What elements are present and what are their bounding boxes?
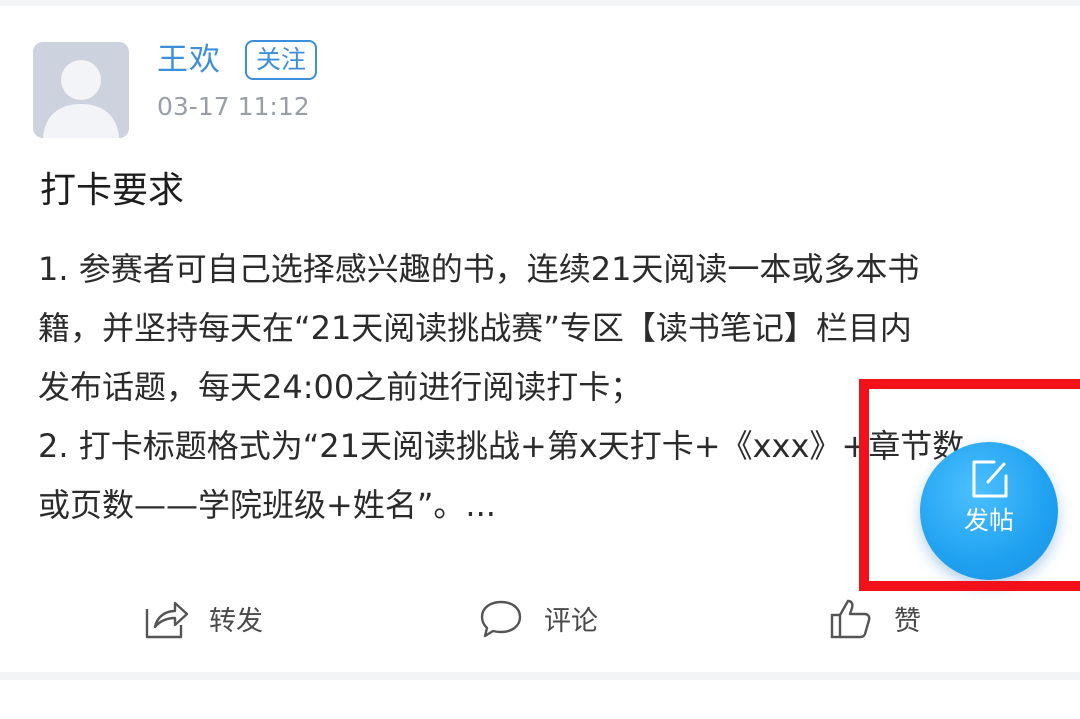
like-label: 赞 (894, 605, 921, 637)
share-icon (145, 601, 189, 639)
next-card-edge (0, 680, 1080, 719)
top-divider (0, 0, 1080, 6)
comment-label: 评论 (544, 605, 598, 637)
forward-button[interactable]: 转发 (143, 594, 263, 642)
follow-button[interactable]: 关注 (245, 40, 317, 80)
author-name[interactable]: 王欢 (157, 40, 221, 80)
post-body[interactable]: 1. 参赛者可自己选择感兴趣的书，连续21天阅读一本或多本书 籍，并坚持每天在“… (38, 240, 1038, 535)
forward-label: 转发 (209, 605, 263, 637)
post-body-line: 发布话题，每天24:00之前进行阅读打卡； (38, 368, 643, 406)
avatar[interactable] (33, 42, 129, 138)
post-body-line: 1. 参赛者可自己选择感兴趣的书，连续21天阅读一本或多本书 (38, 250, 920, 288)
user-placeholder-icon (33, 42, 129, 138)
post-timestamp: 03-17 11:12 (157, 92, 310, 121)
post-body-line: 2. 打卡标题格式为“21天阅读挑战+第x天打卡+《xxx》+章节数 (38, 427, 965, 465)
thumbs-up-icon (830, 599, 871, 639)
post-card: 王欢 关注 03-17 11:12 打卡要求 1. 参赛者可自己选择感兴趣的书，… (0, 0, 1080, 719)
post-body-line: 或页数——学院班级+姓名”。... (38, 486, 496, 524)
bottom-divider (0, 672, 1080, 719)
comment-bubble-icon (480, 600, 522, 638)
new-post-button[interactable]: 发帖 (920, 442, 1058, 580)
edit-square-icon (972, 460, 1008, 498)
new-post-label: 发帖 (963, 506, 1014, 535)
post-title[interactable]: 打卡要求 (40, 168, 184, 214)
comment-button[interactable]: 评论 (478, 594, 598, 642)
like-button[interactable]: 赞 (828, 594, 921, 642)
post-body-line: 籍，并坚持每天在“21天阅读挑战赛”专区【读书笔记】栏目内 (38, 309, 912, 347)
